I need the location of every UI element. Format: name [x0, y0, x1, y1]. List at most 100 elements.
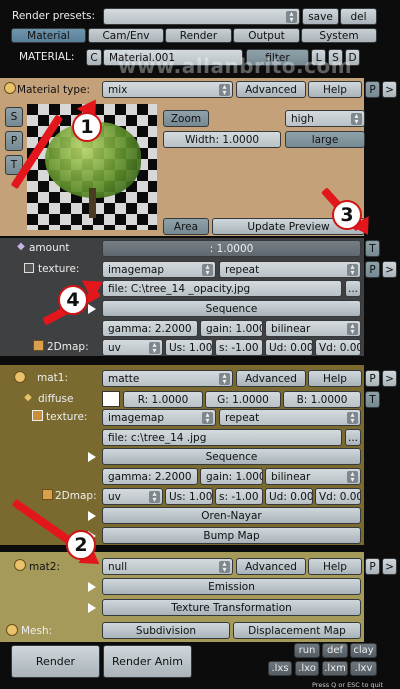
- material-c-button[interactable]: C: [86, 49, 102, 66]
- uv-select[interactable]: uv ▴ ▾: [102, 339, 163, 356]
- delete-preset-button[interactable]: del: [340, 8, 377, 25]
- material-sphere-icon: [4, 82, 16, 94]
- gain-field[interactable]: gain: 1.000: [200, 320, 263, 337]
- texture-type-select[interactable]: imagemap ▴ ▾: [102, 261, 216, 278]
- tab-render[interactable]: Render: [165, 28, 232, 43]
- mat1-us-field[interactable]: Us: 1.00: [165, 488, 213, 505]
- amount-more-button[interactable]: >: [382, 261, 397, 278]
- def-button[interactable]: def: [322, 643, 348, 658]
- render-button[interactable]: Render: [11, 645, 100, 678]
- expand-triangle-icon[interactable]: [88, 452, 96, 462]
- displacement-map-button[interactable]: Displacement Map: [233, 622, 361, 639]
- expand-triangle-icon[interactable]: [88, 603, 96, 613]
- diamond-icon: ◆: [17, 240, 25, 252]
- select-arrow-icon: ▴ ▾: [219, 560, 230, 574]
- mat2-p-button[interactable]: P: [365, 558, 380, 575]
- mat1-file-field[interactable]: file: c:\tree_14 .jpg: [102, 429, 342, 446]
- diffuse-label: diffuse: [38, 393, 74, 405]
- preview-s-button[interactable]: S: [5, 107, 23, 127]
- area-button[interactable]: Area: [163, 218, 209, 235]
- clay-button[interactable]: clay: [350, 643, 377, 658]
- amount-slider[interactable]: : 1.0000: [102, 240, 361, 257]
- run-button[interactable]: run: [294, 643, 320, 658]
- advanced-button[interactable]: Advanced: [236, 81, 306, 98]
- amount-label: amount: [29, 242, 70, 254]
- mat1-texture-type-select[interactable]: imagemap ▴ ▾: [102, 409, 216, 426]
- mat2-help-button[interactable]: Help: [308, 558, 362, 575]
- mat1-advanced-button[interactable]: Advanced: [236, 370, 306, 387]
- diffuse-g-field[interactable]: G: 1.0000: [205, 391, 281, 408]
- select-arrow-icon: ▴ ▾: [219, 372, 230, 386]
- mat1-uv-select[interactable]: uv ▴ ▾: [102, 488, 163, 505]
- more-button[interactable]: >: [382, 81, 397, 98]
- save-preset-button[interactable]: save: [302, 8, 339, 25]
- tab-material[interactable]: Material: [11, 28, 86, 43]
- filter-select[interactable]: bilinear ▴ ▾: [265, 320, 361, 337]
- tab-cam-env[interactable]: Cam/Env: [88, 28, 164, 43]
- quality-select[interactable]: high ▴ ▾: [285, 110, 365, 127]
- mat2-sphere-icon: [14, 559, 26, 571]
- expand-triangle-icon[interactable]: [88, 511, 96, 521]
- mesh-label: Mesh:: [21, 625, 53, 637]
- mat2-more-button[interactable]: >: [382, 558, 397, 575]
- lxv-button[interactable]: .lxv: [350, 661, 377, 676]
- zoom-button[interactable]: Zoom: [163, 110, 209, 127]
- annotation-badge-3: 3: [332, 200, 362, 230]
- gamma-field[interactable]: gamma: 2.2000: [102, 320, 198, 337]
- mat1-file-browse-button[interactable]: ...: [345, 429, 361, 446]
- texture-transformation-button[interactable]: Texture Transformation: [102, 599, 361, 616]
- vd-field[interactable]: Vd: 0.00: [315, 339, 361, 356]
- bump-map-button[interactable]: Bump Map: [102, 527, 361, 544]
- render-presets-select[interactable]: ▴ ▾: [103, 8, 300, 25]
- subdivision-button[interactable]: Subdivision: [102, 622, 230, 639]
- us-field[interactable]: Us: 1.00: [165, 339, 213, 356]
- opacity-file-browse-button[interactable]: ...: [345, 280, 361, 297]
- amount-t-button[interactable]: T: [365, 240, 380, 257]
- mat1-label: mat1:: [37, 372, 68, 384]
- ud-field[interactable]: Ud: 0.00: [265, 339, 313, 356]
- large-button[interactable]: large: [285, 131, 365, 148]
- diffuse-r-field[interactable]: R: 1.0000: [123, 391, 203, 408]
- help-button[interactable]: Help: [308, 81, 362, 98]
- mat1-sequence-button[interactable]: Sequence: [102, 448, 361, 465]
- diffuse-b-field[interactable]: B: 1.0000: [283, 391, 361, 408]
- width-field[interactable]: Width: 1.0000: [163, 131, 281, 148]
- mat1-filter-select[interactable]: bilinear ▴ ▾: [265, 468, 361, 485]
- tab-system[interactable]: System: [301, 28, 377, 43]
- mat1-type-select[interactable]: matte ▴ ▾: [102, 370, 233, 387]
- opacity-file-field[interactable]: file: C:\tree_14 _opacity.jpg: [102, 280, 342, 297]
- tab-output[interactable]: Output: [233, 28, 300, 43]
- mat1-ud-field[interactable]: Ud: 0.00: [265, 488, 313, 505]
- mat2-advanced-button[interactable]: Advanced: [236, 558, 306, 575]
- sequence-button[interactable]: Sequence: [102, 300, 361, 317]
- lxm-button[interactable]: .lxm: [322, 661, 348, 676]
- mat1-gain-field[interactable]: gain: 1.000: [200, 468, 263, 485]
- mat1-p-button[interactable]: P: [365, 370, 380, 387]
- lxs-button[interactable]: .lxs: [268, 661, 292, 676]
- mat2-type-select[interactable]: null ▴ ▾: [102, 558, 233, 575]
- mat1-vd-field[interactable]: Vd: 0.00: [315, 488, 361, 505]
- material-type-select[interactable]: mix ▴ ▾: [102, 81, 233, 98]
- s-field[interactable]: s: -1.00: [215, 339, 263, 356]
- mat1-s-field[interactable]: s: -1.00: [215, 488, 263, 505]
- mat1-texture-repeat-select[interactable]: repeat ▴ ▾: [219, 409, 361, 426]
- expand-triangle-icon[interactable]: [88, 304, 96, 314]
- mat1-help-button[interactable]: Help: [308, 370, 362, 387]
- diffuse-color-swatch[interactable]: [102, 391, 120, 407]
- amount-p-button[interactable]: P: [365, 261, 380, 278]
- preview-p-button[interactable]: P: [5, 131, 23, 151]
- oren-nayar-button[interactable]: Oren-Nayar: [102, 507, 361, 524]
- emission-button[interactable]: Emission: [102, 578, 361, 595]
- lxo-button[interactable]: .lxo: [295, 661, 319, 676]
- mat1-gamma-field[interactable]: gamma: 2.2000: [102, 468, 198, 485]
- annotation-badge-4: 4: [58, 285, 88, 315]
- texture-repeat-select[interactable]: repeat ▴ ▾: [219, 261, 361, 278]
- expand-triangle-icon[interactable]: [88, 582, 96, 592]
- texture-label: texture:: [38, 263, 80, 275]
- p-toggle-button[interactable]: P: [365, 81, 380, 98]
- mat1-more-button[interactable]: >: [382, 370, 397, 387]
- diffuse-diamond-icon: ◆: [24, 391, 32, 403]
- tree-trunk: [89, 188, 96, 218]
- diffuse-t-button[interactable]: T: [365, 391, 380, 408]
- render-anim-button[interactable]: Render Anim: [103, 645, 192, 678]
